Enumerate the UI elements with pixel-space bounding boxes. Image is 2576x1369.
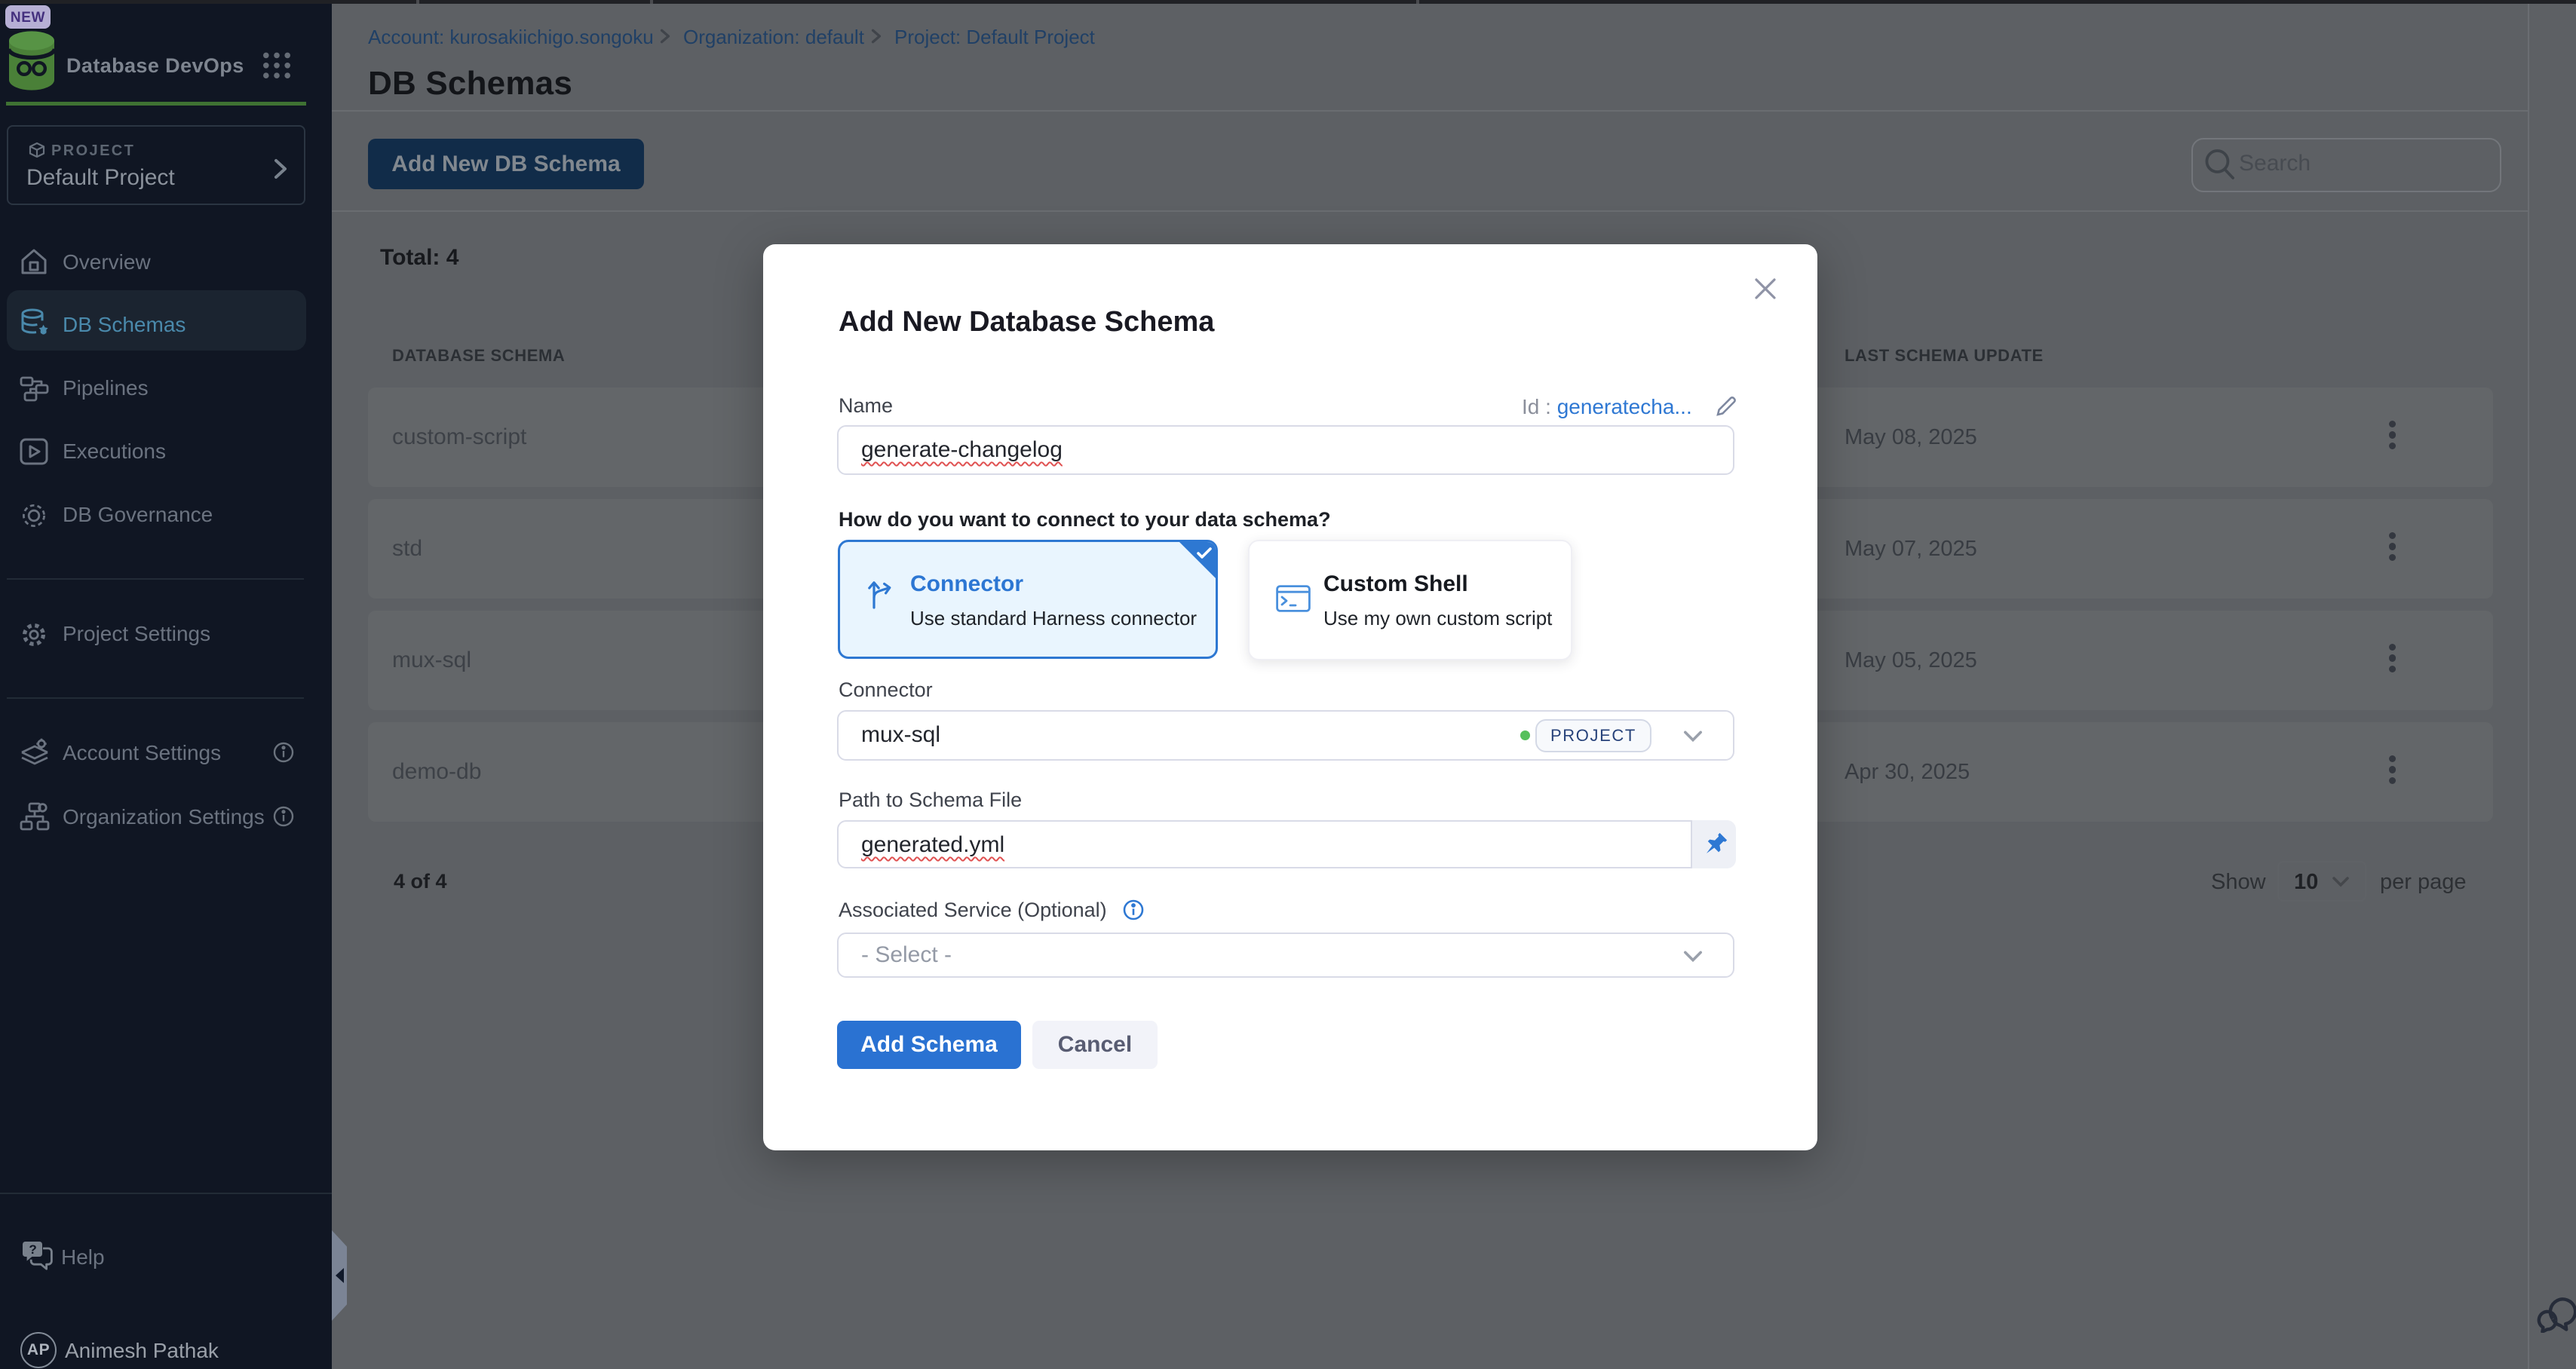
svg-text:?: ? [29,1242,36,1257]
